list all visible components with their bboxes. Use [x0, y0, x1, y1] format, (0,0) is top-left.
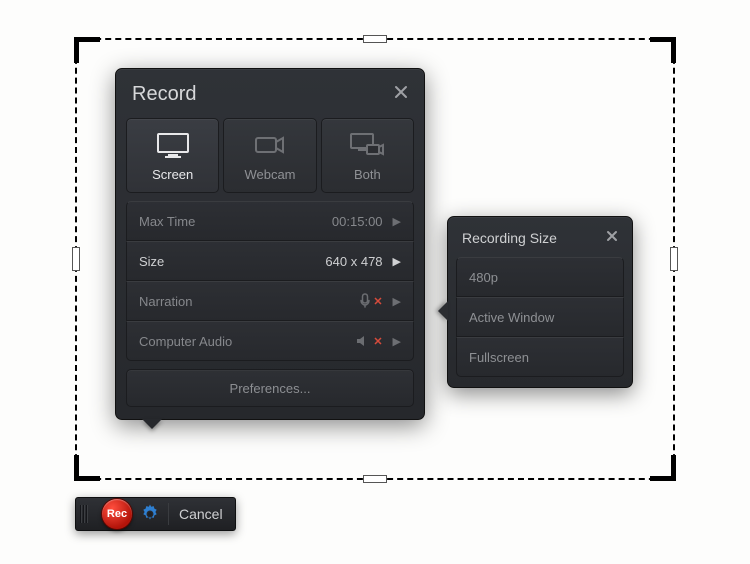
chevron-right-icon: ▶ [393, 215, 401, 228]
speaker-off-icon: ✕ [356, 334, 382, 348]
recorder-toolbar: Rec Cancel [75, 497, 236, 531]
max-time-value: 00:15:00 [332, 214, 383, 229]
cancel-button[interactable]: Cancel [177, 506, 225, 522]
toolbar-divider [168, 503, 169, 525]
resize-handle-top[interactable] [363, 35, 387, 43]
resize-handle-right[interactable] [670, 247, 678, 271]
gear-icon [140, 504, 160, 524]
chevron-right-icon: ▶ [393, 295, 401, 308]
chevron-right-icon: ▶ [393, 255, 401, 268]
size-option-label: 480p [469, 270, 498, 285]
max-time-label: Max Time [139, 214, 195, 229]
size-option-label: Fullscreen [469, 350, 529, 365]
preferences-button[interactable]: Preferences... [126, 369, 414, 407]
computer-audio-label: Computer Audio [139, 334, 232, 349]
close-icon[interactable] [606, 229, 618, 247]
size-option-fullscreen[interactable]: Fullscreen [456, 337, 624, 377]
resize-handle-left[interactable] [72, 247, 80, 271]
drag-handle[interactable] [80, 504, 94, 524]
record-button[interactable]: Rec [102, 499, 132, 529]
size-value: 640 x 478 [325, 254, 382, 269]
row-size[interactable]: Size 640 x 478 ▶ [126, 241, 414, 281]
recording-size-title: Recording Size [462, 230, 557, 246]
row-max-time[interactable]: Max Time 00:15:00 ▶ [126, 201, 414, 241]
screen-camera-icon [347, 131, 387, 159]
mode-screen[interactable]: Screen [126, 118, 219, 193]
size-option-label: Active Window [469, 310, 554, 325]
camera-icon [250, 131, 290, 159]
record-panel-title: Record [132, 83, 196, 106]
size-option-480p[interactable]: 480p [456, 257, 624, 297]
recording-size-popover: Recording Size 480p Active Window Fullsc… [447, 216, 633, 388]
monitor-icon [153, 131, 193, 159]
record-panel: Record Screen Webcam Both Max Time [115, 68, 425, 420]
mode-screen-label: Screen [152, 167, 193, 182]
row-narration[interactable]: Narration ✕ ▶ [126, 281, 414, 321]
mode-both[interactable]: Both [321, 118, 414, 193]
settings-button[interactable] [140, 504, 160, 524]
resize-handle-bottom[interactable] [363, 475, 387, 483]
size-option-active-window[interactable]: Active Window [456, 297, 624, 337]
row-computer-audio[interactable]: Computer Audio ✕ ▶ [126, 321, 414, 361]
size-label: Size [139, 254, 164, 269]
microphone-off-icon: ✕ [358, 293, 382, 309]
mode-both-label: Both [354, 167, 381, 182]
narration-label: Narration [139, 294, 192, 309]
mode-webcam-label: Webcam [244, 167, 295, 182]
chevron-right-icon: ▶ [393, 335, 401, 348]
mode-webcam[interactable]: Webcam [223, 118, 316, 193]
record-button-label: Rec [107, 508, 127, 520]
preferences-label: Preferences... [230, 381, 311, 396]
close-icon[interactable] [394, 85, 408, 104]
cancel-button-label: Cancel [179, 506, 223, 522]
